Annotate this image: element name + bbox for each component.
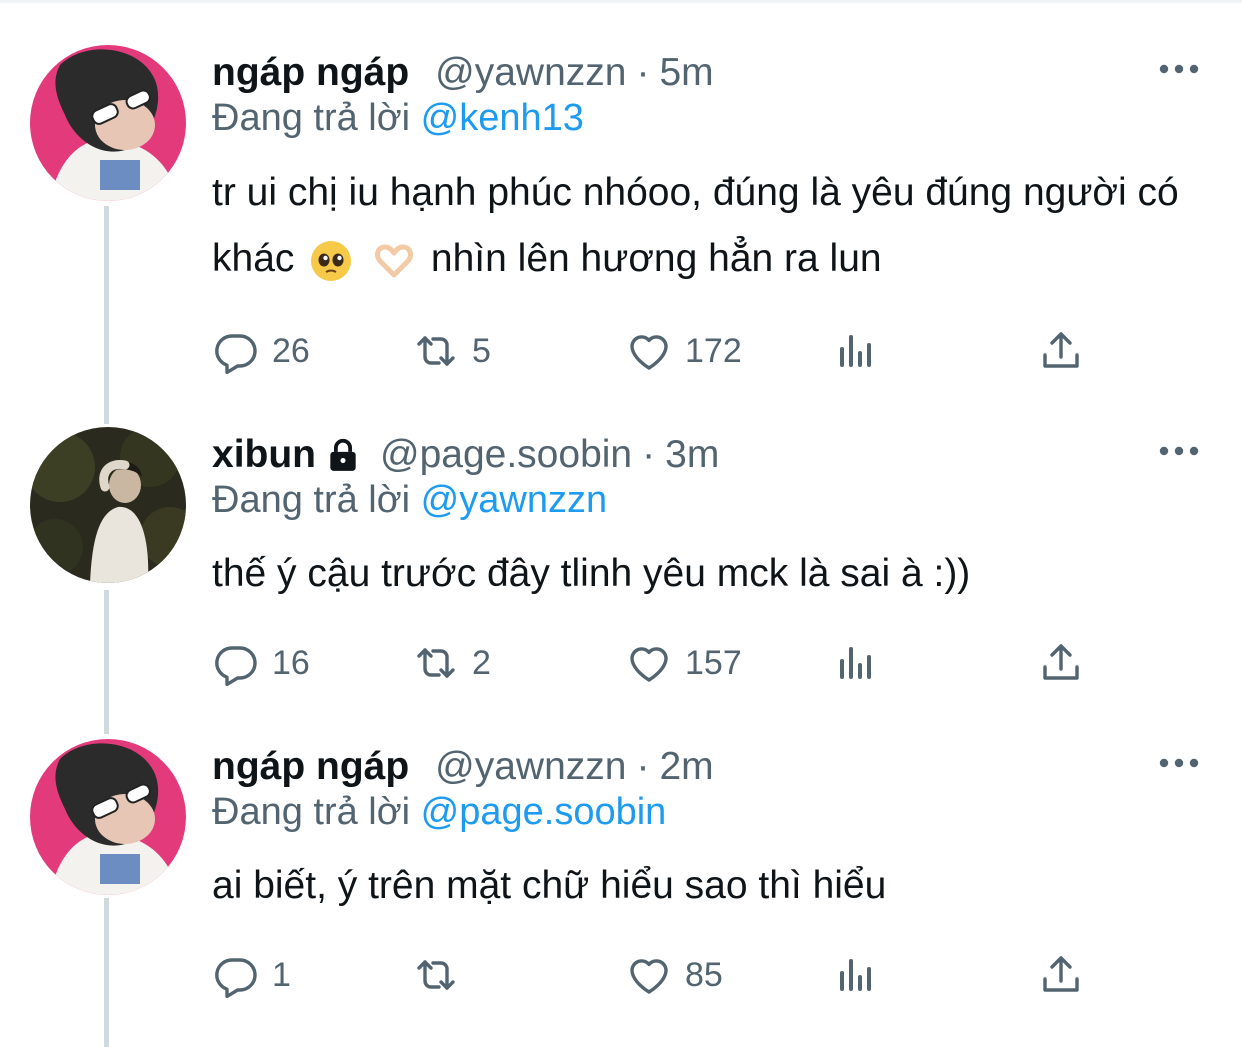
reply-icon (212, 327, 260, 375)
reply-button[interactable]: 16 (212, 638, 310, 688)
tweet[interactable]: xibun @page.soobin · 3m Đang trả lời @ya… (0, 427, 1242, 717)
heart-icon (625, 327, 673, 375)
like-button[interactable]: 172 (625, 326, 742, 376)
avatar[interactable] (30, 427, 186, 583)
more-horizontal-icon[interactable] (1158, 59, 1200, 79)
share-button[interactable] (1037, 326, 1085, 376)
separator: · (636, 745, 650, 788)
mention-link[interactable]: @kenh13 (421, 97, 584, 139)
views-icon (832, 327, 880, 375)
replying-to: Đang trả lời @kenh13 (212, 97, 584, 140)
timestamp[interactable]: 5m (659, 51, 713, 95)
tweet-header: ngáp ngáp @yawnzzn · 5m (212, 45, 714, 101)
tweet-text: ai biết, ý trên mặt chữ hiểu sao thì hiể… (212, 864, 887, 907)
more-horizontal-icon[interactable] (1158, 441, 1200, 461)
avatar[interactable] (30, 45, 186, 201)
share-icon (1037, 639, 1085, 687)
replying-to-label: Đang trả lời (212, 791, 411, 833)
heart-icon (625, 639, 673, 687)
timestamp[interactable]: 3m (665, 433, 719, 477)
retweet-count: 2 (472, 643, 491, 682)
tweet-text: tr ui chị iu hạnh phúc nhóoo, đúng là yê… (212, 160, 1202, 292)
retweet-button[interactable]: 5 (412, 326, 491, 376)
retweet-count: 5 (472, 331, 491, 370)
views-button[interactable] (832, 638, 880, 688)
tweet-header: ngáp ngáp @yawnzzn · 2m (212, 739, 714, 795)
views-button[interactable] (832, 950, 880, 1000)
views-icon (832, 639, 880, 687)
like-count: 172 (685, 331, 742, 370)
username[interactable]: @page.soobin (380, 433, 632, 477)
more-horizontal-icon[interactable] (1158, 753, 1200, 773)
reply-button[interactable]: 1 (212, 950, 291, 1000)
lock-icon (330, 438, 356, 471)
display-name[interactable]: ngáp ngáp (212, 745, 409, 789)
mention-link[interactable]: @page.soobin (421, 791, 667, 833)
retweet-button[interactable] (412, 950, 472, 1000)
display-name[interactable]: ngáp ngáp (212, 51, 409, 95)
share-button[interactable] (1037, 638, 1085, 688)
tweet[interactable]: ngáp ngáp @yawnzzn · 5m Đang trả lời @ke… (0, 45, 1242, 405)
retweet-icon (412, 327, 460, 375)
reply-count: 26 (272, 331, 310, 370)
reply-button[interactable]: 26 (212, 326, 310, 376)
reply-count: 1 (272, 955, 291, 994)
reply-icon (212, 951, 260, 999)
like-count: 85 (685, 955, 723, 994)
username[interactable]: @yawnzzn (435, 51, 626, 95)
mention-link[interactable]: @yawnzzn (421, 479, 607, 521)
username[interactable]: @yawnzzn (435, 745, 626, 789)
retweet-button[interactable]: 2 (412, 638, 491, 688)
tweet-actions: 26 5 172 (212, 326, 1092, 376)
reply-icon (212, 639, 260, 687)
avatar-image (30, 739, 186, 895)
share-icon (1037, 951, 1085, 999)
tweet-actions: 1 85 (212, 950, 1092, 1000)
replying-to-label: Đang trả lời (212, 97, 411, 139)
tweet-actions: 16 2 157 (212, 638, 1092, 688)
retweet-icon (412, 951, 460, 999)
replying-to: Đang trả lời @page.soobin (212, 791, 666, 834)
separator: · (636, 51, 650, 94)
views-button[interactable] (832, 326, 880, 376)
heart-hands-emoji (375, 244, 414, 278)
like-button[interactable]: 157 (625, 638, 742, 688)
top-divider (0, 0, 1242, 3)
tweet-header: xibun @page.soobin · 3m (212, 427, 719, 483)
pleading-face-emoji (311, 240, 352, 281)
separator: · (642, 433, 656, 476)
replying-to-label: Đang trả lời (212, 479, 411, 521)
avatar[interactable] (30, 739, 186, 895)
like-button[interactable]: 85 (625, 950, 723, 1000)
views-icon (832, 951, 880, 999)
avatar-image (30, 45, 186, 201)
like-count: 157 (685, 643, 742, 682)
retweet-icon (412, 639, 460, 687)
reply-count: 16 (272, 643, 310, 682)
tweet[interactable]: ngáp ngáp @yawnzzn · 2m Đang trả lời @pa… (0, 739, 1242, 1029)
avatar-image (30, 427, 186, 583)
share-button[interactable] (1037, 950, 1085, 1000)
tweet-text: thế ý cậu trước đây tlinh yêu mck là sai… (212, 552, 971, 595)
heart-icon (625, 951, 673, 999)
timestamp[interactable]: 2m (659, 745, 713, 789)
display-name[interactable]: xibun (212, 433, 316, 477)
share-icon (1037, 327, 1085, 375)
tweet-text-part: nhìn lên hương hẳn ra lun (430, 237, 882, 280)
replying-to: Đang trả lời @yawnzzn (212, 479, 607, 522)
